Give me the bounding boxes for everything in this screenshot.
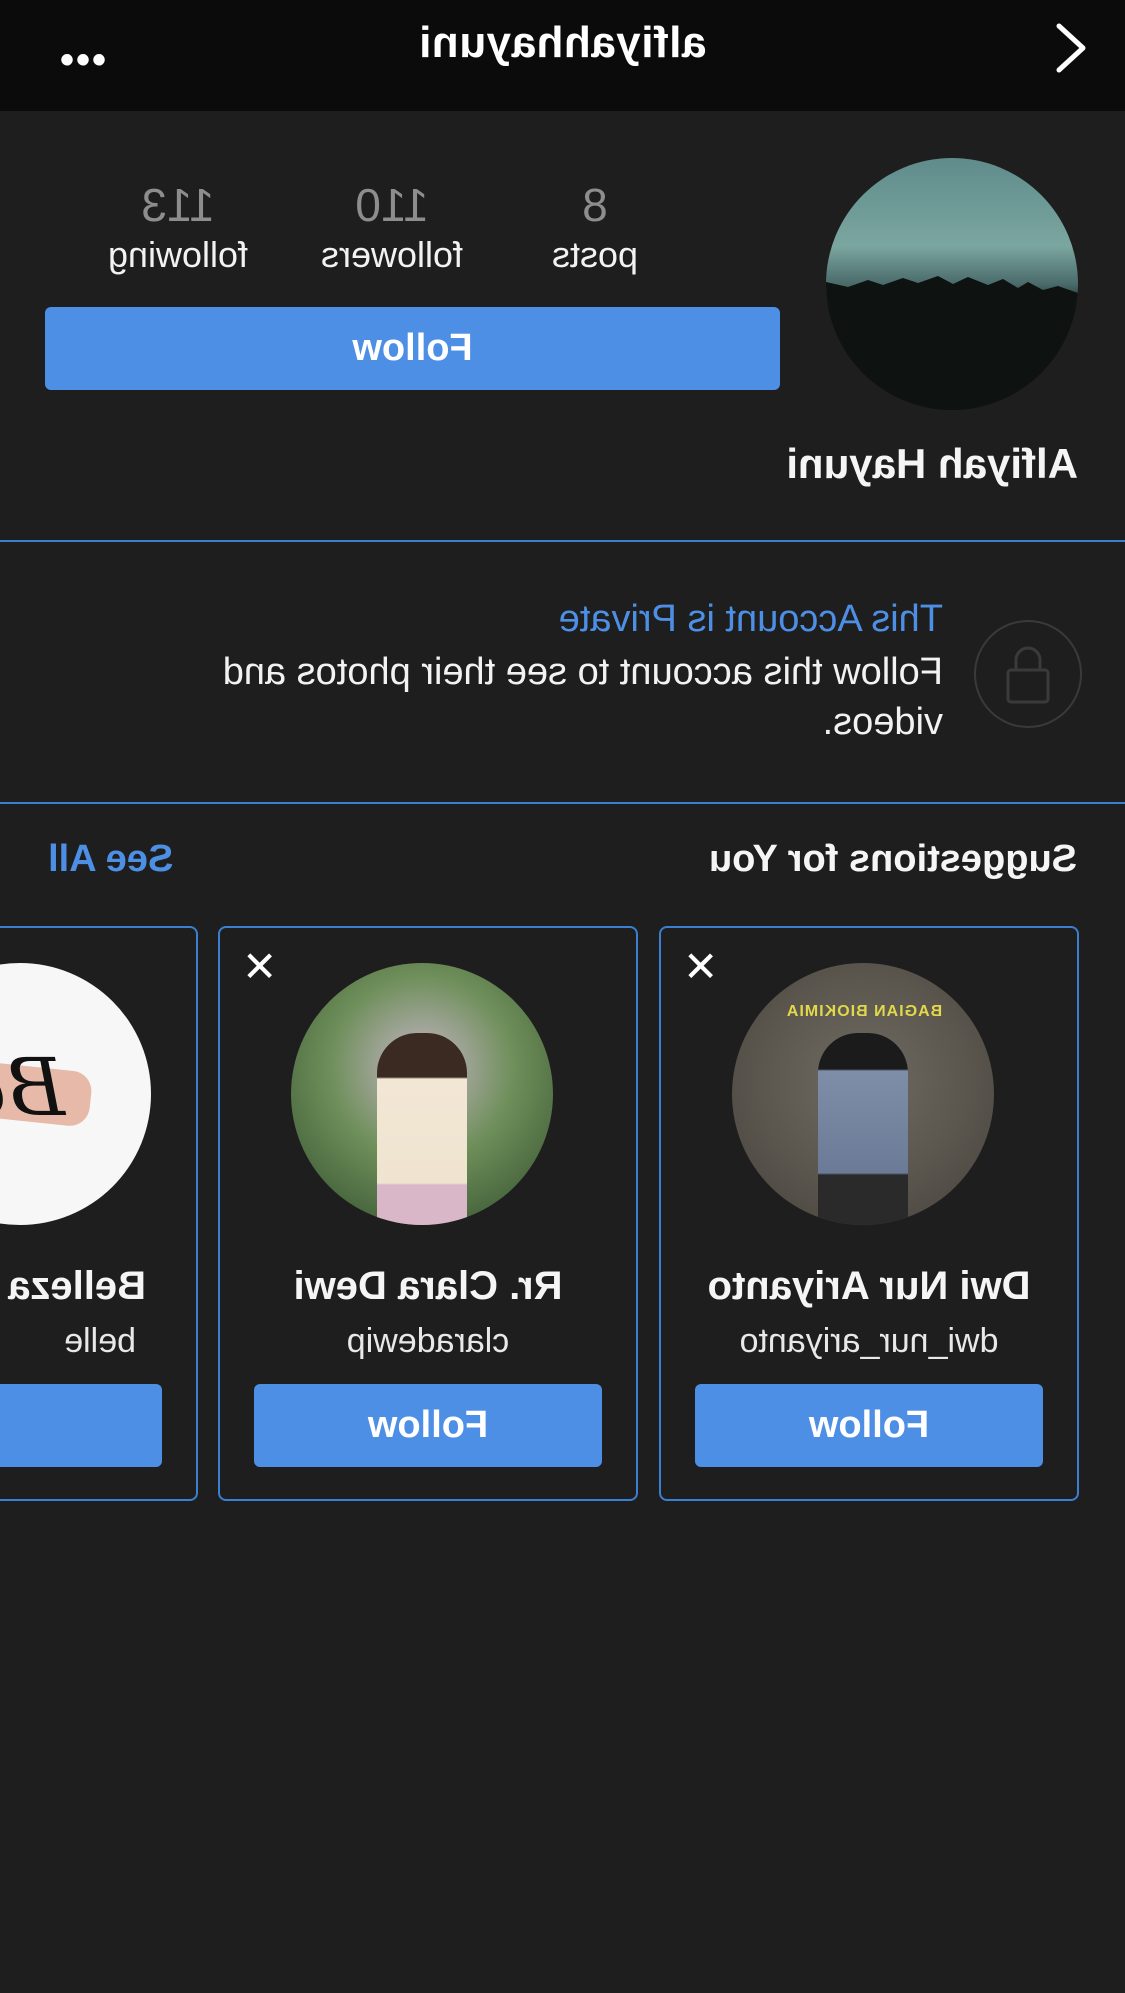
suggestion-username: dwi_nur_ariyanto: [739, 1322, 999, 1360]
stat-followers[interactable]: 110 followers: [287, 178, 497, 276]
follow-button[interactable]: Follow: [254, 1384, 602, 1467]
suggestion-card[interactable]: Be Belleza belle Fo: [0, 926, 198, 1501]
suggestion-name: Dwi Nur Ariyanto: [707, 1264, 1031, 1308]
private-account-message: Follow this account to see their photos …: [222, 651, 943, 743]
avatar-banner-text: BAGIAN BIOKIMIA: [785, 1003, 943, 1020]
divider: [0, 802, 1125, 804]
person-figure: [818, 1033, 908, 1225]
top-bar: alfiyahhayuni •••: [0, 0, 1125, 111]
suggestion-name: Rr. Clara Dewi: [293, 1264, 563, 1308]
suggestion-username: belle: [64, 1322, 136, 1360]
following-label: following: [107, 234, 249, 275]
see-all-link[interactable]: See All: [48, 838, 173, 881]
stat-posts[interactable]: 8 posts: [490, 178, 700, 276]
posts-label: posts: [551, 234, 639, 275]
avatar[interactable]: BAGIAN BIOKIMIA: [732, 963, 994, 1225]
followers-label: followers: [320, 234, 464, 275]
posts-count: 8: [582, 179, 608, 231]
followers-count: 110: [355, 179, 429, 231]
suggestion-username: claradewip: [346, 1322, 510, 1360]
suggestion-name: Belleza: [8, 1264, 146, 1308]
private-account-title: This Account is Private: [558, 598, 943, 640]
divider: [0, 540, 1125, 542]
profile-username-title: alfiyahhayuni: [418, 18, 707, 67]
suggestion-card[interactable]: ✕ Rr. Clara Dewi claradewip Follow: [218, 926, 638, 1501]
logo-text: Be: [0, 1041, 65, 1134]
profile-avatar[interactable]: [826, 158, 1078, 410]
profile-full-name: Alfiyah Hayuni: [786, 440, 1078, 487]
private-account-notice: This Account is Private Follow this acco…: [163, 598, 943, 747]
avatar[interactable]: Be: [0, 963, 151, 1225]
suggestion-card[interactable]: ✕ BAGIAN BIOKIMIA Dwi Nur Ariyanto dwi_n…: [659, 926, 1079, 1501]
stat-following[interactable]: 113 following: [73, 178, 283, 276]
person-figure: [377, 1033, 467, 1225]
suggestions-title: Suggestions for You: [708, 838, 1077, 880]
follow-button[interactable]: Follow: [45, 307, 780, 390]
follow-button[interactable]: Fo: [0, 1384, 162, 1467]
close-icon[interactable]: ✕: [242, 943, 277, 990]
avatar[interactable]: [291, 963, 553, 1225]
lock-icon: [974, 620, 1082, 728]
following-count: 113: [141, 179, 215, 231]
close-icon[interactable]: ✕: [683, 943, 718, 990]
mirrored-screen: alfiyahhayuni ••• 8 posts 110 followers …: [0, 0, 1125, 1993]
ellipsis-icon[interactable]: •••: [58, 38, 106, 83]
follow-button[interactable]: Follow: [695, 1384, 1043, 1467]
